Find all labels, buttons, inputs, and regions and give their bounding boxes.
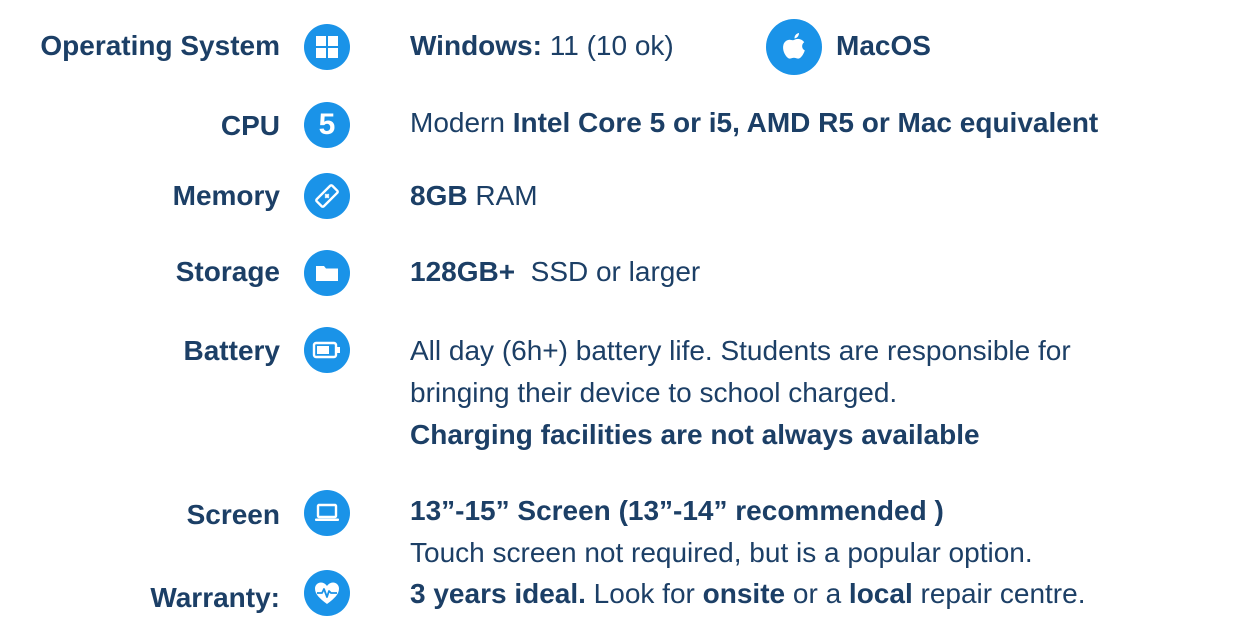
battery-line-2: bringing their device to school charged.: [410, 377, 898, 408]
windows-icon: [304, 24, 350, 70]
warranty-text-2: or a: [785, 578, 849, 609]
apple-icon: [766, 19, 822, 75]
memory-suffix: RAM: [467, 180, 538, 211]
warranty-text-3: repair centre.: [912, 578, 1086, 609]
macos-text: MacOS: [836, 30, 931, 61]
cpu-icon-number: 5: [318, 108, 336, 141]
cpu-label: CPU: [220, 110, 280, 141]
battery-line-3: Charging facilities are not always avail…: [410, 414, 1071, 456]
memory-stick-icon: [304, 173, 350, 219]
folder-icon: [304, 250, 350, 296]
warranty-text-1: Look for: [585, 578, 703, 609]
battery-label: Battery: [183, 335, 280, 366]
warranty-local: local: [848, 578, 913, 609]
os-label: Operating System: [40, 30, 280, 61]
screen-label: Screen: [186, 499, 280, 530]
heart-pulse-icon: [304, 570, 350, 616]
screen-line-2: Touch screen not required, but is a popu…: [410, 537, 1033, 568]
warranty-description: 3 years ideal. Look for onsite or a loca…: [410, 573, 1085, 615]
number-five-icon: 5: [304, 102, 350, 148]
warranty-ideal: 3 years ideal.: [410, 578, 586, 609]
storage-suffix: SSD or larger: [515, 256, 701, 287]
warranty-onsite: onsite: [702, 578, 786, 609]
memory-size: 8GB: [410, 180, 468, 211]
battery-warning: Charging facilities are not always avail…: [410, 419, 980, 450]
cpu-description: Modern Intel Core 5 or i5, AMD R5 or Mac…: [410, 102, 1098, 144]
battery-description: All day (6h+) battery life. Students are…: [410, 330, 1071, 456]
memory-description: 8GB RAM: [410, 175, 538, 217]
storage-description: 128GB+ SSD or larger: [410, 251, 700, 293]
memory-label: Memory: [172, 180, 280, 211]
battery-line-1: All day (6h+) battery life. Students are…: [410, 335, 1071, 366]
laptop-icon: [304, 490, 350, 536]
storage-label: Storage: [175, 256, 280, 287]
storage-size: 128GB+: [410, 256, 516, 287]
windows-version: 11 (10 ok): [541, 30, 674, 61]
warranty-label: Warranty:: [150, 582, 280, 613]
screen-description: 13”-15” Screen (13”-14” recommended ) To…: [410, 490, 1033, 574]
os-description: Windows: 11 (10 ok): [410, 25, 674, 67]
cpu-prefix: Modern: [410, 107, 513, 138]
windows-label: Windows:: [410, 30, 542, 61]
cpu-spec: Intel Core 5 or i5, AMD R5 or Mac equiva…: [512, 107, 1099, 138]
screen-size: 13”-15” Screen (13”-14” recommended ): [410, 495, 944, 526]
battery-icon: [304, 327, 350, 373]
screen-line-1: 13”-15” Screen (13”-14” recommended ): [410, 490, 1033, 532]
macos-label: MacOS: [836, 25, 931, 67]
